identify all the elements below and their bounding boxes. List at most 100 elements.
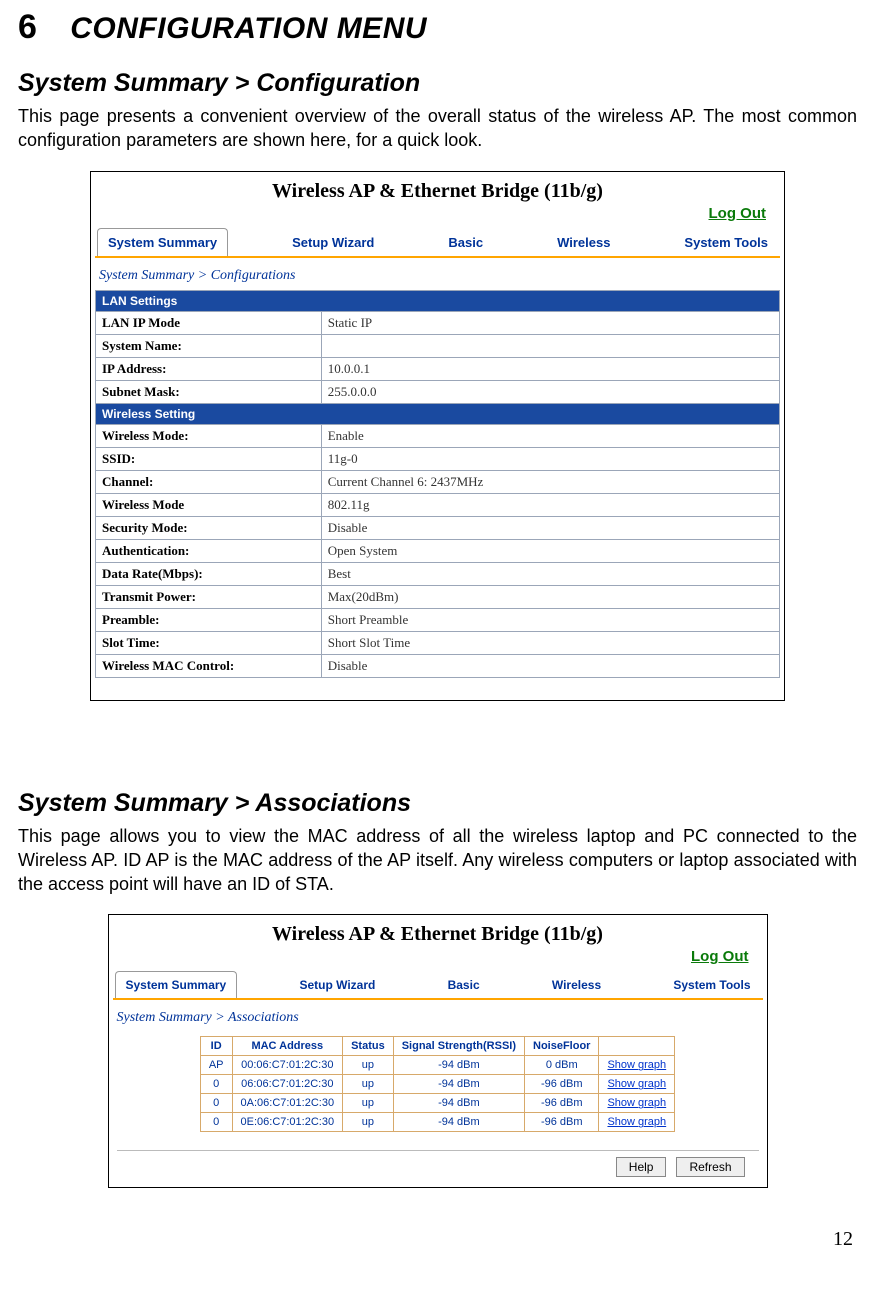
row-value: 255.0.0.0 <box>321 380 779 403</box>
row-label: Subnet Mask: <box>96 380 322 403</box>
table-row: Channel:Current Channel 6: 2437MHz <box>96 470 780 493</box>
tab-system-summary[interactable]: System Summary <box>115 971 238 998</box>
table-row: Wireless Mode:Enable <box>96 424 780 447</box>
wireless-setting-header: Wireless Setting <box>96 403 780 424</box>
tab-wireless[interactable]: Wireless <box>542 970 611 998</box>
table-row: 00A:06:C7:01:2C:30up-94 dBm-96 dBmShow g… <box>200 1094 674 1113</box>
config-table: LAN Settings LAN IP ModeStatic IPSystem … <box>95 290 780 678</box>
show-graph-link[interactable]: Show graph <box>607 1116 666 1128</box>
table-row: Subnet Mask:255.0.0.0 <box>96 380 780 403</box>
row-value: Current Channel 6: 2437MHz <box>321 470 779 493</box>
tab-bar: System Summary Setup Wizard Basic Wirele… <box>109 970 767 998</box>
cell-mac: 06:06:C7:01:2C:30 <box>232 1075 343 1094</box>
app-title: Wireless AP & Ethernet Bridge (11b/g) <box>109 915 767 948</box>
cell-rssi: -94 dBm <box>393 1113 524 1132</box>
table-row: Data Rate(Mbps):Best <box>96 562 780 585</box>
tab-bar: System Summary Setup Wizard Basic Wirele… <box>91 227 784 256</box>
show-graph-link[interactable]: Show graph <box>607 1097 666 1109</box>
section-assoc-paragraph: This page allows you to view the MAC add… <box>18 824 857 897</box>
cell-link: Show graph <box>599 1094 675 1113</box>
row-label: IP Address: <box>96 357 322 380</box>
refresh-button[interactable]: Refresh <box>676 1157 744 1177</box>
lan-settings-header: LAN Settings <box>96 290 780 311</box>
chapter-title: CONFIGURATION MENU <box>70 12 427 45</box>
row-label: Transmit Power: <box>96 585 322 608</box>
row-value: Short Slot Time <box>321 631 779 654</box>
cell-id: 0 <box>200 1113 232 1132</box>
table-row: AP00:06:C7:01:2C:30up-94 dBm0 dBmShow gr… <box>200 1056 674 1075</box>
table-row: Wireless Mode802.11g <box>96 493 780 516</box>
tab-wireless[interactable]: Wireless <box>547 227 620 256</box>
logout-link[interactable]: Log Out <box>709 205 766 222</box>
row-value <box>321 334 779 357</box>
row-label: Authentication: <box>96 539 322 562</box>
row-value: Static IP <box>321 311 779 334</box>
tab-setup-wizard[interactable]: Setup Wizard <box>282 227 384 256</box>
cell-noise: -96 dBm <box>525 1075 599 1094</box>
table-row: SSID:11g-0 <box>96 447 780 470</box>
tab-system-tools[interactable]: System Tools <box>663 970 760 998</box>
cell-rssi: -94 dBm <box>393 1094 524 1113</box>
show-graph-link[interactable]: Show graph <box>607 1078 666 1090</box>
table-row: Slot Time:Short Slot Time <box>96 631 780 654</box>
column-header: NoiseFloor <box>525 1037 599 1056</box>
cell-noise: -96 dBm <box>525 1094 599 1113</box>
table-row: LAN IP ModeStatic IP <box>96 311 780 334</box>
cell-rssi: -94 dBm <box>393 1075 524 1094</box>
breadcrumb: System Summary > Associations <box>109 1000 767 1032</box>
logout-link[interactable]: Log Out <box>691 948 748 965</box>
cell-link: Show graph <box>599 1075 675 1094</box>
cell-status: up <box>343 1113 394 1132</box>
row-value: 802.11g <box>321 493 779 516</box>
table-row: Transmit Power:Max(20dBm) <box>96 585 780 608</box>
cell-link: Show graph <box>599 1113 675 1132</box>
row-label: System Name: <box>96 334 322 357</box>
row-value: 11g-0 <box>321 447 779 470</box>
tab-system-summary[interactable]: System Summary <box>97 228 228 256</box>
cell-status: up <box>343 1056 394 1075</box>
row-value: Max(20dBm) <box>321 585 779 608</box>
cell-id: AP <box>200 1056 232 1075</box>
chapter-heading: 6 CONFIGURATION MENU <box>18 8 857 47</box>
row-label: Preamble: <box>96 608 322 631</box>
section-assoc-heading: System Summary > Associations <box>18 789 857 818</box>
tab-basic[interactable]: Basic <box>438 970 490 998</box>
row-label: Security Mode: <box>96 516 322 539</box>
row-value: Short Preamble <box>321 608 779 631</box>
row-label: LAN IP Mode <box>96 311 322 334</box>
cell-rssi: -94 dBm <box>393 1056 524 1075</box>
tab-setup-wizard[interactable]: Setup Wizard <box>289 970 385 998</box>
column-header: MAC Address <box>232 1037 343 1056</box>
row-value: Disable <box>321 516 779 539</box>
row-label: Wireless Mode: <box>96 424 322 447</box>
show-graph-link[interactable]: Show graph <box>607 1059 666 1071</box>
column-header: Status <box>343 1037 394 1056</box>
tab-basic[interactable]: Basic <box>438 227 493 256</box>
cell-id: 0 <box>200 1094 232 1113</box>
app-title: Wireless AP & Ethernet Bridge (11b/g) <box>91 172 784 205</box>
row-value: Enable <box>321 424 779 447</box>
tab-system-tools[interactable]: System Tools <box>674 227 778 256</box>
cell-status: up <box>343 1094 394 1113</box>
screenshot-configurations: Wireless AP & Ethernet Bridge (11b/g) Lo… <box>90 171 785 701</box>
chapter-number: 6 <box>18 8 37 46</box>
cell-link: Show graph <box>599 1056 675 1075</box>
row-value: Open System <box>321 539 779 562</box>
column-header: Signal Strength(RSSI) <box>393 1037 524 1056</box>
row-value: 10.0.0.1 <box>321 357 779 380</box>
section-config-paragraph: This page presents a convenient overview… <box>18 104 857 153</box>
table-row: Wireless MAC Control:Disable <box>96 654 780 677</box>
cell-id: 0 <box>200 1075 232 1094</box>
column-header <box>599 1037 675 1056</box>
row-label: Slot Time: <box>96 631 322 654</box>
cell-status: up <box>343 1075 394 1094</box>
help-button[interactable]: Help <box>616 1157 667 1177</box>
table-row: Security Mode:Disable <box>96 516 780 539</box>
breadcrumb: System Summary > Configurations <box>91 258 784 290</box>
table-row: System Name: <box>96 334 780 357</box>
table-row: Preamble:Short Preamble <box>96 608 780 631</box>
page-number: 12 <box>18 1228 857 1251</box>
associations-table: IDMAC AddressStatusSignal Strength(RSSI)… <box>200 1036 675 1132</box>
cell-mac: 0E:06:C7:01:2C:30 <box>232 1113 343 1132</box>
row-label: Wireless MAC Control: <box>96 654 322 677</box>
